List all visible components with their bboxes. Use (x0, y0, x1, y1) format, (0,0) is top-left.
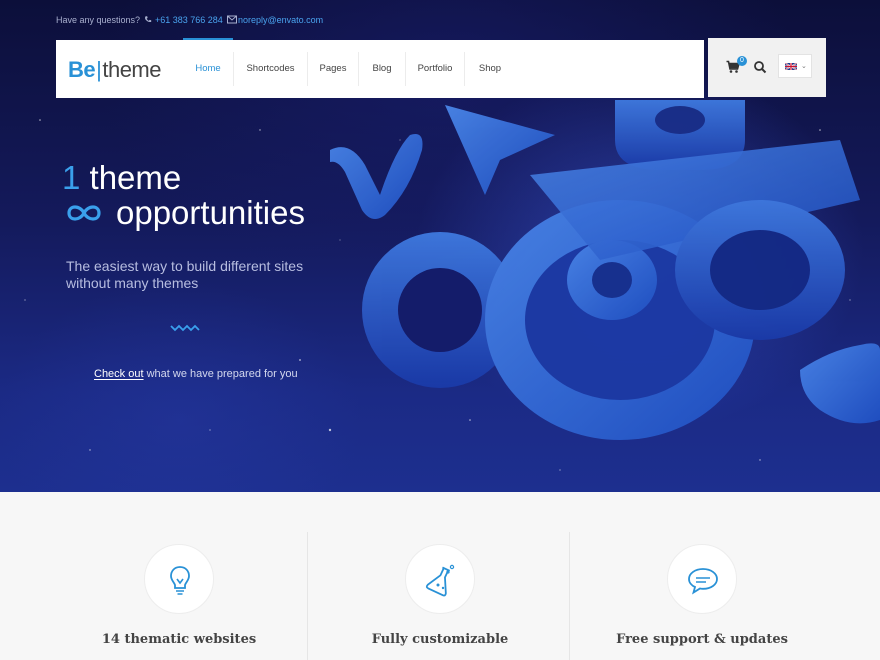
main-navbar: Be|theme Home Shortcodes Pages Blog Port… (56, 38, 704, 98)
nav-item-portfolio[interactable]: Portfolio (406, 40, 464, 98)
feature-icon-circle (405, 544, 475, 614)
hero-line2-text: opportunities (116, 194, 305, 231)
nav-item-pages[interactable]: Pages (308, 40, 358, 98)
questions-label: Have any questions? (56, 15, 141, 25)
infinity-icon (67, 205, 101, 221)
feature-icon-circle (144, 544, 214, 614)
feature-divider (569, 532, 570, 660)
hero-subtitle-line1: The easiest way to build different sites (66, 258, 304, 274)
nav-item-blog[interactable]: Blog (359, 40, 405, 98)
feature-card: Free support & updates (571, 492, 833, 660)
cart-count-badge: 0 (737, 56, 747, 66)
hero-subtitle-line2: without many themes (66, 275, 199, 291)
hero-headline-line1: 1 theme (62, 160, 181, 196)
nav-item-shortcodes[interactable]: Shortcodes (234, 40, 307, 98)
search-icon[interactable] (753, 60, 767, 74)
logo-be: Be (68, 57, 96, 82)
hero-line1-text: theme (89, 159, 182, 196)
hero-number: 1 (62, 159, 81, 196)
features-section: 14 thematic websites Fully customizable … (0, 492, 880, 660)
logo-theme: theme (102, 57, 161, 82)
lightbulb-icon (170, 566, 190, 595)
phone-icon (145, 16, 152, 23)
site-logo[interactable]: Be|theme (68, 57, 161, 83)
chat-bubble-icon (688, 568, 718, 595)
feature-title: 14 thematic websites (101, 632, 257, 647)
language-selector[interactable]: ⌄ (778, 54, 812, 78)
feature-icon-circle (667, 544, 737, 614)
hero-section: Have any questions? +61 383 766 284 nore… (0, 0, 880, 492)
logo-separator: | (96, 57, 102, 82)
nav-item-home[interactable]: Home (183, 38, 233, 98)
hero-cta: Check out what we have prepared for you (94, 368, 298, 380)
chevron-down-icon: ⌄ (801, 63, 807, 70)
feature-divider (307, 532, 308, 660)
feature-card: 14 thematic websites (48, 492, 310, 660)
flask-icon (425, 564, 455, 597)
mail-icon (227, 15, 237, 24)
uk-flag-icon (785, 63, 797, 70)
email-link[interactable]: noreply@envato.com (238, 15, 323, 25)
feature-title: Fully customizable (371, 632, 509, 647)
top-bar: Have any questions? +61 383 766 284 nore… (56, 12, 826, 30)
nav-item-shop[interactable]: Shop (465, 40, 515, 98)
navbar-actions: 0 ⌄ (708, 38, 826, 97)
wave-divider-icon (170, 324, 200, 332)
feature-title: Free support & updates (616, 632, 788, 647)
cta-rest-text: what we have prepared for you (143, 368, 298, 380)
phone-link[interactable]: +61 383 766 284 (155, 15, 223, 25)
feature-card: Fully customizable (309, 492, 571, 660)
check-out-link[interactable]: Check out (94, 368, 144, 380)
